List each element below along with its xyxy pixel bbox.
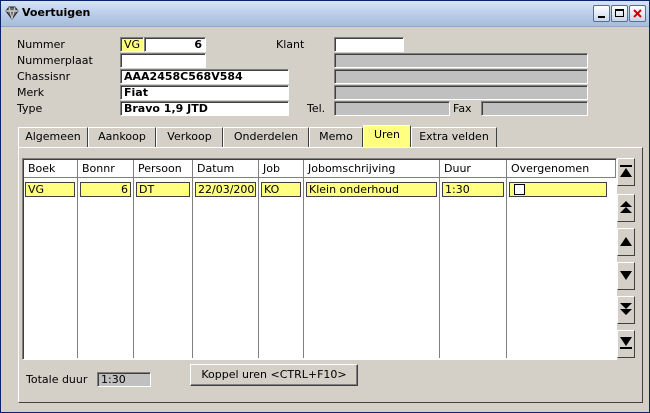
cell-datum[interactable]: 22/03/2004 [195,182,256,197]
title-bar[interactable]: Voertuigen [1,1,649,27]
klant-label: Klant [276,38,305,51]
first-record-button[interactable] [617,158,635,186]
tel-label: Tel. [307,102,326,115]
grid-column-divider [133,178,134,358]
uren-grid[interactable]: Boek Bonnr Persoon Datum Job Jobomschrij… [22,158,617,360]
column-header-bonnr[interactable]: Bonnr [78,160,134,178]
nummer-field[interactable]: 6 [144,37,206,52]
window-title: Voertuigen [22,6,91,19]
nummerplaat-field[interactable] [120,53,206,68]
page-up-icon [620,201,632,213]
tab-onderdelen[interactable]: Onderdelen [223,127,309,147]
previous-record-button[interactable] [617,228,635,256]
first-record-icon [620,165,632,177]
chassisnr-field[interactable]: AAA2458C568V584 [120,69,289,84]
column-header-jobomschrijving[interactable]: Jobomschrijving [304,160,440,178]
close-button[interactable] [629,5,646,22]
diamond-gem-icon [5,6,19,20]
column-header-job[interactable]: Job [259,160,304,178]
fax-label: Fax [453,102,472,115]
overgenomen-checkbox[interactable] [514,184,525,195]
klant-city-field [334,85,588,100]
minimize-icon [598,16,605,18]
tab-memo[interactable]: Memo [309,127,363,147]
page-up-button[interactable] [617,194,635,222]
close-icon [633,9,642,18]
merk-label: Merk [17,86,45,99]
column-header-datum[interactable]: Datum [193,160,259,178]
voertuigen-window: Voertuigen Nummer Nummerplaat Chassisnr … [0,0,650,413]
column-header-boek[interactable]: Boek [24,160,78,178]
chassisnr-label: Chassisnr [17,70,71,83]
totale-duur-field: 1:30 [97,372,151,387]
tel-field [334,101,450,116]
fax-field [481,101,588,116]
grid-column-divider [192,178,193,358]
cell-persoon[interactable]: DT [136,182,190,197]
maximize-icon [615,9,624,17]
cell-duur[interactable]: 1:30 [442,182,504,197]
minimize-button[interactable] [593,5,610,22]
type-label: Type [17,102,43,115]
grid-column-divider [303,178,304,358]
type-field[interactable]: Bravo 1,9 JTD [120,101,289,116]
column-header-duur[interactable]: Duur [440,160,507,178]
next-record-button[interactable] [617,262,635,290]
page-down-button[interactable] [617,296,635,324]
maximize-button[interactable] [611,5,628,22]
last-record-button[interactable] [617,330,635,358]
tab-algemeen[interactable]: Algemeen [18,127,88,147]
klant-name-field [334,53,588,68]
grid-column-divider [77,178,78,358]
next-record-icon [620,271,632,280]
cell-boek[interactable]: VG [25,182,75,197]
tab-extra-velden[interactable]: Extra velden [411,127,497,147]
cell-job[interactable]: KO [261,182,301,197]
merk-field[interactable]: Fiat [120,85,289,100]
klant-address-field [334,69,588,84]
cell-jobomschrijving[interactable]: Klein onderhoud [306,182,437,197]
tab-uren[interactable]: Uren [363,125,411,147]
tab-verkoop[interactable]: Verkoop [156,127,223,147]
cell-overgenomen[interactable] [509,182,607,197]
grid-column-divider [258,178,259,358]
nummer-code-field[interactable]: VG [120,37,144,52]
nummer-label: Nummer [17,38,65,51]
koppel-uren-button[interactable]: Koppel uren <CTRL+F10> [190,364,358,386]
tab-aankoop[interactable]: Aankoop [88,127,156,147]
page-down-icon [620,303,632,315]
klant-field[interactable] [334,37,404,52]
totale-duur-label: Totale duur [26,373,88,386]
grid-column-divider [439,178,440,358]
last-record-icon [620,337,632,349]
grid-column-divider [506,178,507,358]
previous-record-icon [620,237,632,246]
column-header-overgenomen[interactable]: Overgenomen [507,160,616,178]
cell-bonnr[interactable]: 6 [80,182,131,197]
nummerplaat-label: Nummerplaat [17,54,93,67]
column-header-persoon[interactable]: Persoon [134,160,193,178]
